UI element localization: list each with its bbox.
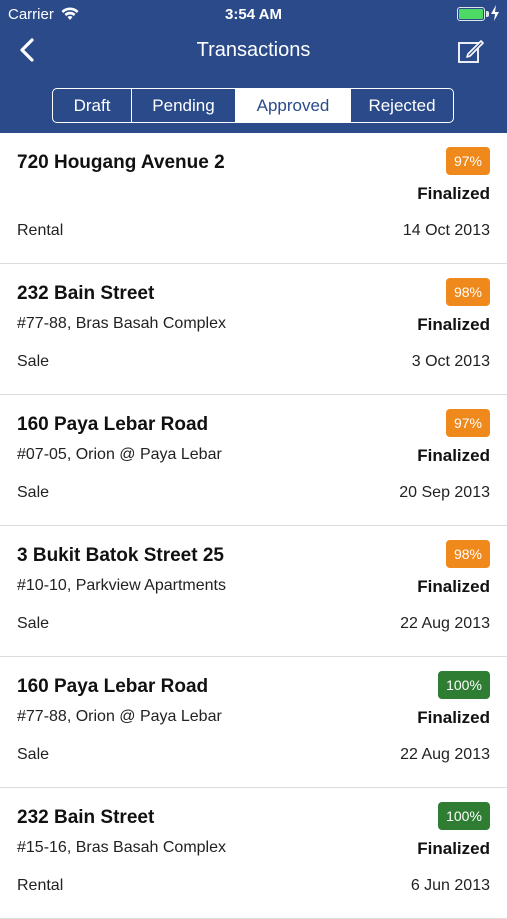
segment-draft[interactable]: Draft: [53, 89, 132, 122]
battery-icon: [457, 7, 489, 21]
percent-badge: 98%: [445, 278, 490, 306]
transaction-unit: #77-88, Bras Basah Complex: [17, 315, 226, 332]
transaction-status: Finalized: [417, 315, 490, 334]
percent-badge: 97%: [445, 409, 490, 437]
transaction-date: 20 Sep 2013: [399, 484, 490, 501]
transaction-date: 22 Aug 2013: [400, 746, 490, 763]
transaction-type: Sale: [17, 484, 50, 501]
transaction-date: 14 Oct 2013: [402, 222, 490, 239]
transaction-row[interactable]: 3 Bukit Batok Street 25 #10-10, Parkview…: [0, 526, 507, 657]
transaction-status: Finalized: [417, 839, 490, 858]
clock: 3:54 AM: [225, 6, 282, 23]
transaction-row[interactable]: 232 Bain Street #15-16, Bras Basah Compl…: [0, 788, 507, 919]
transaction-row[interactable]: 720 Hougang Avenue 2 Rental 97% Finalize…: [0, 133, 507, 264]
status-segmented-control: Draft Pending Approved Rejected: [52, 88, 454, 123]
percent-badge: 98%: [445, 540, 490, 568]
compose-icon[interactable]: [457, 38, 485, 64]
transaction-address: 720 Hougang Avenue 2: [17, 152, 225, 173]
segment-approved[interactable]: Approved: [236, 89, 351, 122]
percent-badge: 100%: [438, 802, 490, 830]
transaction-type: Sale: [17, 615, 50, 632]
transaction-type: Sale: [17, 353, 50, 370]
percent-badge: 97%: [445, 147, 490, 175]
transaction-type: Sale: [17, 746, 50, 763]
navigation-bar: Transactions: [0, 28, 507, 74]
transaction-address: 232 Bain Street: [17, 807, 155, 828]
transaction-address: 232 Bain Street: [17, 283, 155, 304]
transaction-list: 720 Hougang Avenue 2 Rental 97% Finalize…: [0, 133, 507, 919]
transaction-type: Rental: [17, 877, 64, 894]
transaction-type: Rental: [17, 222, 64, 239]
transaction-unit: #77-88, Orion @ Paya Lebar: [17, 708, 222, 725]
transaction-date: 22 Aug 2013: [400, 615, 490, 632]
transaction-address: 160 Paya Lebar Road: [17, 676, 209, 697]
transaction-row[interactable]: 232 Bain Street #77-88, Bras Basah Compl…: [0, 264, 507, 395]
percent-badge: 100%: [438, 671, 490, 699]
segment-pending[interactable]: Pending: [132, 89, 236, 122]
transaction-address: 160 Paya Lebar Road: [17, 414, 209, 435]
transaction-status: Finalized: [417, 184, 490, 203]
transaction-row[interactable]: 160 Paya Lebar Road #77-88, Orion @ Paya…: [0, 657, 507, 788]
app-header: Carrier 3:54 AM Transactions Draft Pendi…: [0, 0, 507, 133]
transaction-address: 3 Bukit Batok Street 25: [17, 545, 224, 566]
transaction-unit: #10-10, Parkview Apartments: [17, 577, 226, 594]
page-title: Transactions: [196, 39, 311, 61]
charging-icon: [491, 5, 499, 21]
transaction-status: Finalized: [417, 577, 490, 596]
segment-rejected[interactable]: Rejected: [351, 89, 453, 122]
transaction-unit: #07-05, Orion @ Paya Lebar: [17, 446, 222, 463]
transaction-row[interactable]: 160 Paya Lebar Road #07-05, Orion @ Paya…: [0, 395, 507, 526]
transaction-unit: #15-16, Bras Basah Complex: [17, 839, 226, 856]
status-bar: Carrier 3:54 AM: [0, 0, 507, 28]
transaction-date: 3 Oct 2013: [411, 353, 490, 370]
transaction-status: Finalized: [417, 446, 490, 465]
transaction-status: Finalized: [417, 708, 490, 727]
transaction-date: 6 Jun 2013: [410, 877, 490, 894]
